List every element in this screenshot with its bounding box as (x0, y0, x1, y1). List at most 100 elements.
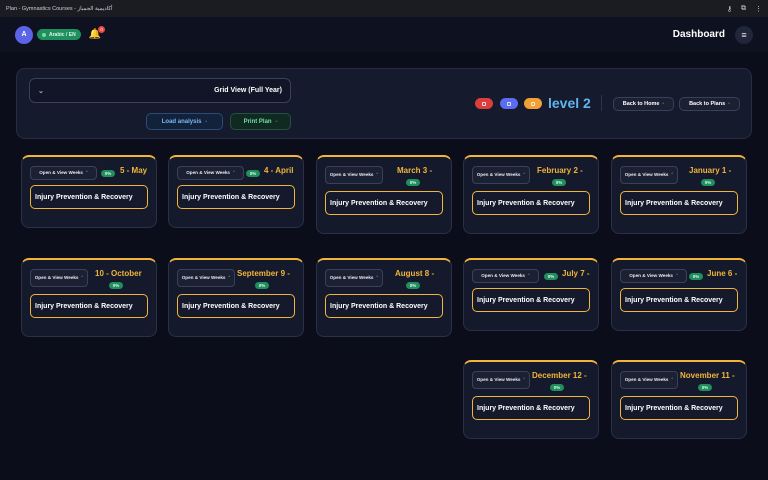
open-weeks-button[interactable]: Open & View Weeks ▫ (325, 166, 383, 184)
open-weeks-button[interactable]: Open & View Weeks ▫ (30, 269, 88, 287)
open-icon: ▫ (376, 274, 379, 281)
open-weeks-button[interactable]: Open & View Weeks ▫ (177, 166, 244, 180)
focus-label: Injury Prevention & Recovery (477, 296, 575, 304)
open-icon: ▫ (228, 274, 231, 281)
load-analysis-button[interactable]: Load analysis ▫ (146, 113, 223, 130)
month-title: December 12 - (532, 371, 587, 380)
open-weeks-button[interactable]: Open & View Weeks ▫ (30, 166, 97, 180)
focus-label: Injury Prevention & Recovery (330, 302, 428, 310)
focus-tag[interactable]: Injury Prevention & Recovery (177, 185, 295, 209)
open-weeks-button[interactable]: Open & View Weeks ▫ (620, 371, 678, 389)
open-weeks-button[interactable]: Open & View Weeks ▫ (472, 166, 530, 184)
app-header: A Arabic / EN 🔔 0 Dashboard ≡ (0, 17, 768, 52)
view-select-value: Grid View (Full Year) (214, 87, 282, 94)
hamburger-menu-icon[interactable]: ≡ (735, 25, 753, 44)
month-title: September 9 - (237, 269, 290, 278)
month-title: August 8 - (395, 269, 435, 278)
focus-label: Injury Prevention & Recovery (182, 193, 280, 201)
focus-tag[interactable]: Injury Prevention & Recovery (472, 396, 590, 420)
open-weeks-button[interactable]: Open & View Weeks ▫ (620, 166, 678, 184)
settings-icon (531, 101, 535, 106)
progress-badge: 0% (689, 273, 703, 280)
open-weeks-label: Open & View Weeks (629, 273, 673, 279)
focus-tag[interactable]: Injury Prevention & Recovery (620, 288, 738, 312)
month-card-june: Open & View Weeks ▫ 0% June 6 - Injury Pr… (611, 258, 747, 331)
focus-tag[interactable]: Injury Prevention & Recovery (30, 294, 148, 318)
focus-tag[interactable]: Injury Prevention & Recovery (325, 191, 443, 215)
month-card-december: Open & View Weeks ▫ December 12 - 0% Inju… (463, 360, 599, 439)
focus-tag[interactable]: Injury Prevention & Recovery (472, 191, 590, 215)
progress-badge: 0% (552, 179, 566, 186)
focus-label: Injury Prevention & Recovery (477, 404, 575, 412)
notification-count-badge: 0 (98, 26, 106, 33)
month-card-april: Open & View Weeks ▫ 0% 4 - April Injury P… (168, 155, 304, 228)
progress-badge: 0% (406, 282, 420, 289)
view-select[interactable]: ⌄ Grid View (Full Year) (29, 78, 291, 103)
avatar[interactable]: A (15, 25, 33, 44)
language-toggle[interactable]: Arabic / EN (37, 29, 81, 40)
print-plan-button[interactable]: Print Plan ▫ (230, 113, 291, 130)
open-icon: ▫ (671, 376, 674, 383)
open-weeks-label: Open & View Weeks (181, 275, 226, 281)
month-card-may: Open & View Weeks ▫ 0% 5 - May Injury Pre… (21, 155, 157, 228)
notifications-bell-icon[interactable]: 🔔 0 (89, 26, 106, 40)
back-to-home-button[interactable]: Back to Home ▫ (613, 97, 674, 111)
language-label: Arabic / EN (49, 31, 76, 38)
open-icon: ▫ (81, 274, 84, 281)
open-weeks-label: Open & View Weeks (476, 172, 521, 178)
progress-badge: 0% (550, 384, 564, 391)
edit-pill-button[interactable] (500, 98, 518, 109)
focus-label: Injury Prevention & Recovery (625, 199, 723, 207)
progress-badge: 0% (255, 282, 269, 289)
open-icon: ▫ (671, 171, 674, 178)
month-title: February 2 - (537, 166, 583, 175)
open-icon: ▫ (523, 376, 526, 383)
month-title: 5 - May (120, 166, 148, 175)
controls-panel: ⌄ Grid View (Full Year) Load analysis ▫ … (16, 68, 752, 139)
open-weeks-label: Open & View Weeks (329, 172, 374, 178)
focus-label: Injury Prevention & Recovery (625, 296, 723, 304)
focus-tag[interactable]: Injury Prevention & Recovery (620, 191, 738, 215)
progress-badge: 0% (109, 282, 123, 289)
extensions-icon[interactable]: ⧉ (741, 5, 746, 13)
open-weeks-button[interactable]: Open & View Weeks ▫ (472, 371, 530, 389)
open-weeks-button[interactable]: Open & View Weeks ▫ (620, 269, 687, 283)
focus-label: Injury Prevention & Recovery (625, 404, 723, 412)
settings-pill-button[interactable] (524, 98, 542, 109)
month-card-july: Open & View Weeks ▫ 0% July 7 - Injury Pr… (463, 258, 599, 331)
open-weeks-label: Open & View Weeks (624, 377, 669, 383)
open-weeks-label: Open & View Weeks (34, 275, 79, 281)
month-card-august: Open & View Weeks ▫ August 8 - 0% Injury … (316, 258, 452, 337)
open-icon: ▫ (675, 272, 678, 279)
window-titlebar: Plan - Gymnastics Courses - أكاديمية الج… (0, 0, 768, 17)
key-icon[interactable]: ⚷ (727, 5, 732, 13)
focus-tag[interactable]: Injury Prevention & Recovery (177, 294, 295, 318)
back-to-plans-button[interactable]: Back to Plans ▫ (679, 97, 740, 111)
plans-icon: ▫ (728, 101, 730, 107)
open-weeks-label: Open & View Weeks (481, 273, 525, 279)
open-weeks-button[interactable]: Open & View Weeks ▫ (472, 269, 539, 283)
month-title: July 7 - (562, 269, 590, 278)
level-label: level 2 (548, 95, 591, 111)
focus-tag[interactable]: Injury Prevention & Recovery (620, 396, 738, 420)
focus-label: Injury Prevention & Recovery (330, 199, 428, 207)
delete-icon (482, 101, 486, 106)
page-title: Dashboard (672, 29, 725, 40)
open-icon: ▫ (85, 169, 88, 176)
open-weeks-button[interactable]: Open & View Weeks ▫ (325, 269, 383, 287)
month-title: November 11 - (680, 371, 735, 380)
month-card-november: Open & View Weeks ▫ November 11 - 0% Inju… (611, 360, 747, 439)
progress-badge: 0% (701, 179, 715, 186)
focus-label: Injury Prevention & Recovery (35, 193, 133, 201)
more-vert-icon[interactable]: ⋮ (755, 5, 762, 13)
open-weeks-label: Open & View Weeks (624, 172, 669, 178)
focus-tag[interactable]: Injury Prevention & Recovery (472, 288, 590, 312)
month-title: 10 - October (95, 269, 142, 278)
open-icon: ▫ (376, 171, 379, 178)
open-weeks-label: Open & View Weeks (329, 275, 374, 281)
window-title: Plan - Gymnastics Courses - أكاديمية الج… (6, 5, 113, 12)
focus-tag[interactable]: Injury Prevention & Recovery (325, 294, 443, 318)
delete-pill-button[interactable] (475, 98, 493, 109)
open-weeks-button[interactable]: Open & View Weeks ▫ (177, 269, 235, 287)
focus-tag[interactable]: Injury Prevention & Recovery (30, 185, 148, 209)
